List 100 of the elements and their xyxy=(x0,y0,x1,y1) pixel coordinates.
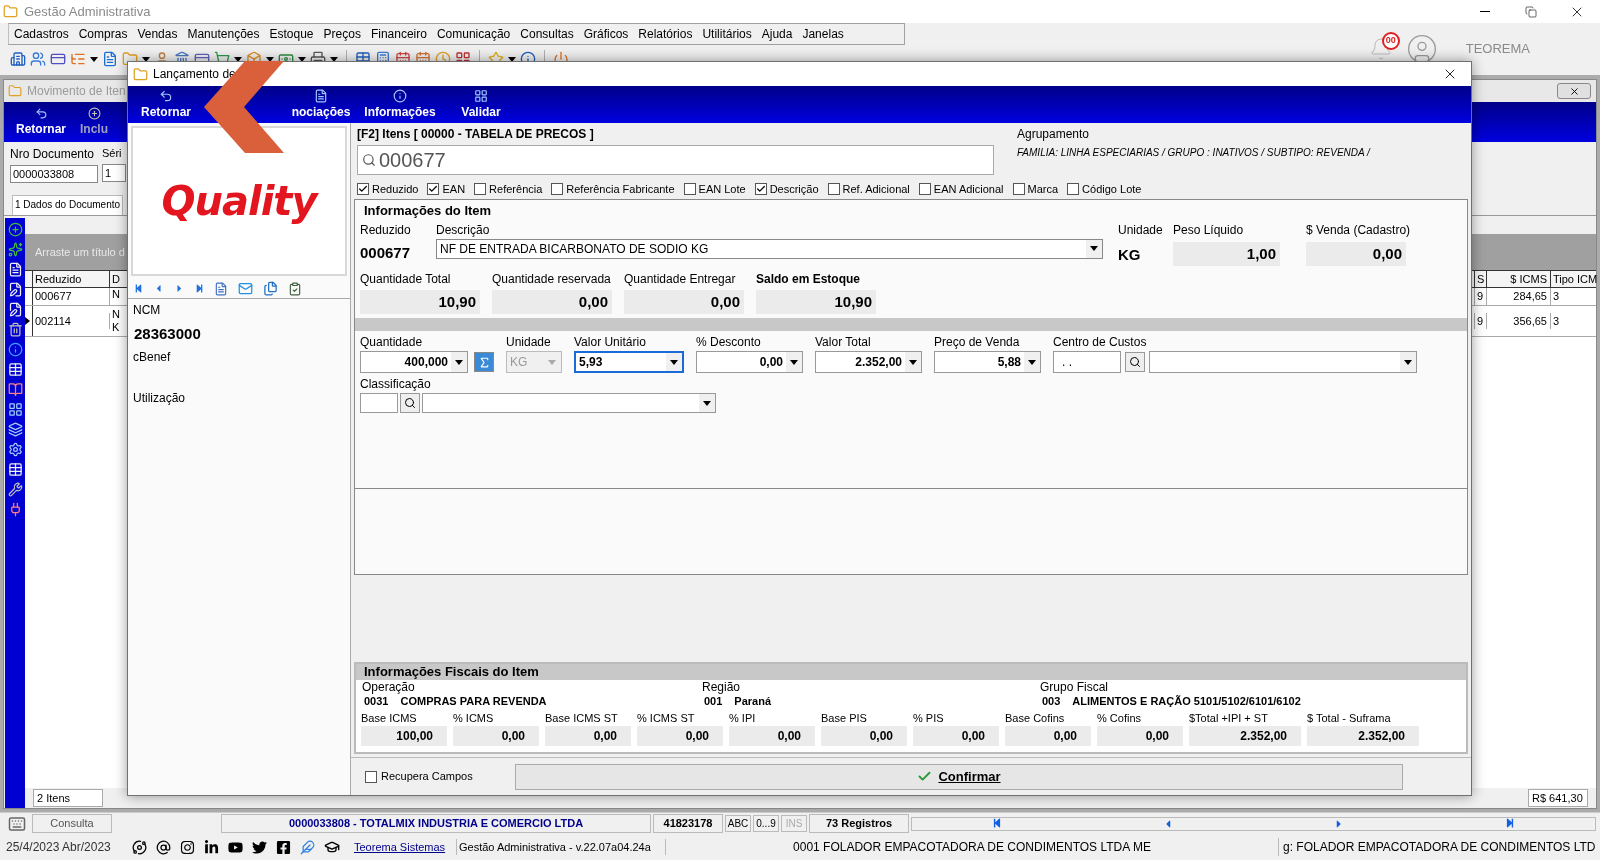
dropdown-button[interactable] xyxy=(451,352,467,372)
twitter-icon[interactable] xyxy=(252,839,267,855)
last-record-icon[interactable] xyxy=(195,284,204,293)
sum-button[interactable] xyxy=(474,352,494,372)
dropdown-button[interactable] xyxy=(1400,352,1416,372)
first-record-icon[interactable] xyxy=(134,284,143,293)
last-record-icon[interactable] xyxy=(1505,817,1516,828)
feather-icon[interactable] xyxy=(300,839,315,855)
search-field[interactable]: 000677 xyxy=(357,145,994,175)
toolbar-button[interactable]: nociações xyxy=(287,89,355,121)
linkedin-icon[interactable] xyxy=(204,839,219,855)
menu-item[interactable]: Relatórios xyxy=(633,25,698,43)
checkbox[interactable] xyxy=(1012,183,1025,196)
checkbox[interactable] xyxy=(754,183,767,196)
column-header[interactable]: Tipo ICM xyxy=(1550,271,1596,287)
book-icon[interactable] xyxy=(7,382,23,397)
column-header[interactable]: $ ICMS xyxy=(1486,271,1550,287)
column-header[interactable]: S xyxy=(1474,271,1486,287)
info-icon[interactable] xyxy=(7,342,23,357)
search-button[interactable] xyxy=(400,393,420,413)
card-icon[interactable] xyxy=(50,51,66,67)
toolbar-button[interactable]: Validar xyxy=(451,89,511,121)
menu-item[interactable]: Cadastros xyxy=(9,25,74,43)
dropdown-button[interactable] xyxy=(786,352,802,372)
menu-item[interactable]: Preços xyxy=(318,25,366,43)
dropdown-button[interactable] xyxy=(666,353,682,371)
website-link[interactable]: Teorema Sistemas xyxy=(354,839,456,855)
checkbox[interactable] xyxy=(365,770,377,783)
checkbox[interactable] xyxy=(474,183,487,196)
menu-item[interactable]: Manutenções xyxy=(182,25,265,43)
edit-document-icon[interactable] xyxy=(7,302,23,317)
sparkle-icon[interactable] xyxy=(7,242,23,257)
grid-icon[interactable] xyxy=(7,402,23,417)
field-label: Grupo Fiscal xyxy=(1040,680,1110,694)
column-header[interactable]: Reduzido xyxy=(33,271,110,287)
dropdown-button[interactable] xyxy=(699,394,715,412)
table-cell: 284,65 xyxy=(1486,288,1550,305)
instagram-icon[interactable] xyxy=(180,839,195,855)
grid-icon xyxy=(474,89,488,103)
mail-icon[interactable] xyxy=(238,281,253,296)
wrench-icon[interactable] xyxy=(7,482,23,497)
toolbar-button[interactable]: Retornar xyxy=(16,107,66,138)
dropdown-button[interactable] xyxy=(905,352,921,372)
at-sign-icon[interactable] xyxy=(156,839,171,855)
number-field[interactable]: 400,000 xyxy=(360,351,468,373)
document-icon[interactable] xyxy=(214,281,228,296)
checkbox[interactable] xyxy=(683,183,696,196)
document-icon[interactable] xyxy=(102,51,118,67)
cost-center-field[interactable]: . . xyxy=(1053,351,1121,373)
menu-item[interactable]: Janelas xyxy=(797,25,849,43)
menu-item[interactable]: Gráficos xyxy=(578,25,634,43)
classification-field[interactable] xyxy=(360,393,398,413)
trash-icon[interactable] xyxy=(7,322,23,337)
confirm-button[interactable]: Confirmar xyxy=(515,763,1403,790)
checkbox[interactable] xyxy=(357,183,369,196)
menu-item[interactable]: Comunicação xyxy=(431,25,516,43)
checkbox[interactable] xyxy=(1067,183,1080,196)
dropdown-button[interactable] xyxy=(1024,352,1040,372)
people-icon[interactable] xyxy=(30,51,46,67)
add-icon[interactable] xyxy=(7,222,23,237)
menu-item[interactable]: Ajuda xyxy=(756,25,798,43)
facebook-icon[interactable] xyxy=(276,839,291,855)
search-button[interactable] xyxy=(1125,352,1145,372)
menu-item[interactable]: Vendas xyxy=(132,25,183,43)
window-title: Movimento de Iten xyxy=(27,83,126,100)
edit-document-icon[interactable] xyxy=(7,282,23,297)
swirl-icon[interactable] xyxy=(132,839,147,855)
layers-icon[interactable] xyxy=(7,422,23,437)
number-field[interactable]: 5,93 xyxy=(574,351,684,373)
toolbar-button[interactable]: Inclu xyxy=(80,107,109,138)
document-icon[interactable] xyxy=(7,262,23,277)
toolbar-button[interactable]: Retornar xyxy=(129,89,203,121)
number-field[interactable]: 0,00 xyxy=(696,351,803,373)
tree-list-icon[interactable] xyxy=(70,51,86,67)
app-title: Gestão Administrativa xyxy=(24,2,151,21)
menu-item[interactable]: Financeiro xyxy=(365,25,432,43)
checkbox[interactable] xyxy=(551,183,564,196)
settings-icon[interactable] xyxy=(7,442,23,457)
dropdown-button[interactable] xyxy=(1086,239,1102,258)
field-label: Base PIS xyxy=(821,711,868,726)
building-icon[interactable] xyxy=(10,51,26,67)
number-field[interactable]: 5,88 xyxy=(934,351,1041,373)
checkbox[interactable] xyxy=(827,183,840,196)
first-record-icon[interactable] xyxy=(991,817,1002,828)
checkbox[interactable] xyxy=(427,183,440,196)
menu-item[interactable]: Estoque xyxy=(264,25,319,43)
number-field[interactable]: 2.352,00 xyxy=(815,351,922,373)
checkbox[interactable] xyxy=(918,183,931,196)
series-field[interactable]: 1 xyxy=(102,163,126,182)
tab[interactable]: 1 Dados do Documento xyxy=(12,195,124,215)
clipboard-check-icon[interactable] xyxy=(288,281,302,296)
graduation-cap-icon[interactable] xyxy=(324,839,340,855)
description-combobox[interactable]: NF DE ENTRADA BICARBONATO DE SODIO KG xyxy=(436,238,1103,259)
column-header[interactable]: D xyxy=(110,271,120,287)
document-number-field[interactable]: 0000033808 xyxy=(10,165,98,183)
menu-item[interactable]: Compras xyxy=(73,25,133,43)
menu-item[interactable]: Consultas xyxy=(515,25,579,43)
menu-item[interactable]: Utilitários xyxy=(697,25,757,43)
toolbar-button[interactable]: Informações xyxy=(359,89,441,121)
files-icon[interactable] xyxy=(263,281,278,296)
